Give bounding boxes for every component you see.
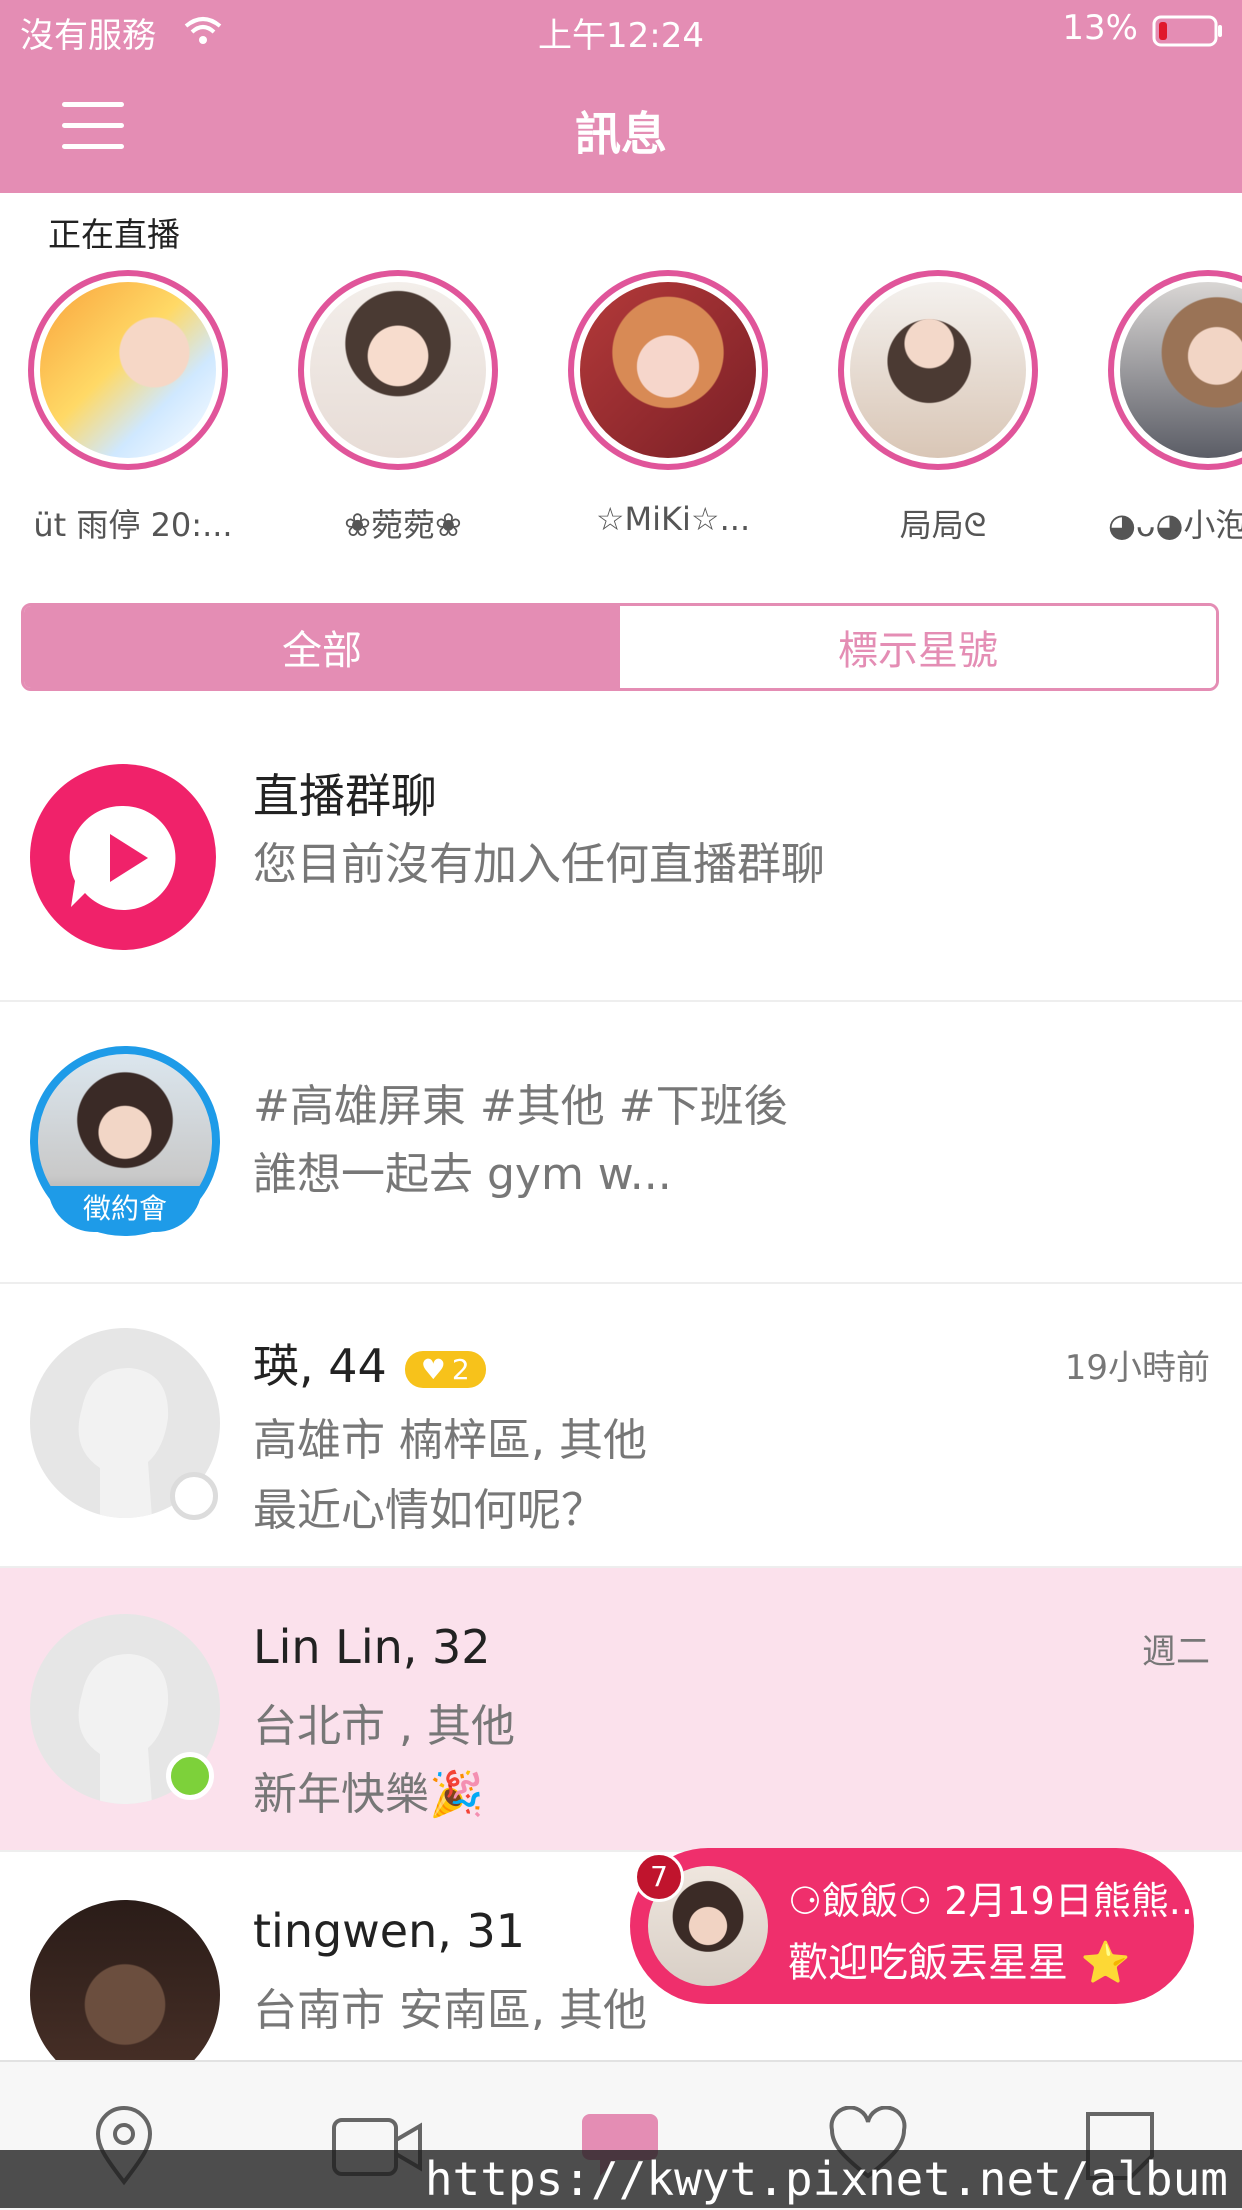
live-group-title: 直播群聊 [253, 769, 437, 823]
live-stream-name: ❀菀菀❀ [344, 506, 462, 544]
contact-location: 高雄市 楠梓區, 其他 [253, 1415, 647, 1466]
watermark-text: https://kwyt.pixnet.net/album [424, 2152, 1228, 2206]
contact-name: Lin Lin, 32 [253, 1620, 491, 1674]
message-preview: 新年快樂🎉 [253, 1769, 484, 1820]
online-status-dot [166, 1752, 214, 1800]
diamond-count: 2 [451, 1353, 470, 1386]
dating-preview: 誰想一起去 gym w... [253, 1149, 672, 1200]
tab-all[interactable]: 全部 [24, 606, 620, 688]
dating-tags: #高雄屏東 #其他 #下班後 [253, 1081, 788, 1132]
live-section-heading: 正在直播 [48, 215, 180, 254]
live-group-subtitle: 您目前沒有加入任何直播群聊 [253, 839, 825, 890]
diamond-icon: ♥ [420, 1353, 446, 1386]
message-filter-tabs: 全部 標示星號 [21, 603, 1219, 691]
toast-message: 歡迎吃飯丟星星 ⭐ [788, 1940, 1131, 1986]
diamond-badge: ♥ 2 [404, 1351, 486, 1388]
live-avatar-image [310, 282, 486, 458]
clock-label: 上午12:24 [538, 16, 704, 56]
status-bar: 沒有服務 上午12:24 13% [0, 0, 1242, 62]
toast-title: ⚆飯飯⚆ 2月19日熊熊... [788, 1879, 1205, 1923]
battery-icon [1152, 15, 1222, 47]
watermark-bar: https://kwyt.pixnet.net/album [0, 2150, 1242, 2208]
live-stream-item[interactable]: ☆MiKi☆... [568, 270, 778, 538]
contact-avatar [30, 1900, 220, 2060]
live-stream-item[interactable]: ◕ᴗ◕小泡 [1108, 270, 1242, 544]
live-notification-toast[interactable]: 7 ⚆飯飯⚆ 2月19日熊熊... 歡迎吃飯丟星星 ⭐ [630, 1848, 1205, 2004]
message-time: 週二 [1142, 1632, 1210, 1672]
live-stream-item[interactable]: ❀菀菀❀ [298, 270, 508, 544]
live-avatar-image [1120, 282, 1242, 458]
page-title: 訊息 [575, 107, 667, 161]
dating-badge: 徵約會 [48, 1186, 202, 1232]
contact-location: 台南市 安南區, 其他 [253, 1985, 647, 2036]
tab-starred[interactable]: 標示星號 [620, 606, 1216, 688]
battery-percent: 13% [1062, 8, 1138, 48]
live-stream-name: üt 雨停 20:... [33, 506, 233, 544]
message-time: 19小時前 [1064, 1348, 1210, 1388]
live-stream-item[interactable]: 局局ᘓ [838, 270, 1048, 544]
contact-name: 瑛, 44 [253, 1339, 387, 1393]
live-stream-name: 局局ᘓ [899, 506, 987, 544]
live-avatar-image [850, 282, 1026, 458]
message-row[interactable]: 瑛, 44 ♥ 2 19小時前 高雄市 楠梓區, 其他 最近心情如何呢？ [0, 1284, 1242, 1566]
contact-name: tingwen, 31 [253, 1904, 526, 1958]
contact-location: 台北市 , 其他 [253, 1701, 515, 1752]
contact-name-row: 瑛, 44 ♥ 2 [253, 1330, 486, 1396]
message-row[interactable]: Lin Lin, 32 週二 台北市 , 其他 新年快樂🎉 [0, 1568, 1242, 1850]
offline-status-dot [170, 1472, 218, 1520]
live-group-chat-row[interactable]: 直播群聊 您目前沒有加入任何直播群聊 [0, 720, 1242, 1000]
top-navigation-bar: 訊息 [0, 62, 1242, 193]
live-stream-name: ◕ᴗ◕小泡 [1108, 506, 1242, 544]
live-stream-item[interactable]: üt 雨停 20:... [28, 270, 238, 544]
message-preview: 最近心情如何呢？ [253, 1485, 605, 1536]
live-chat-play-icon [30, 764, 216, 950]
dating-post-row[interactable]: 徵約會 #高雄屏東 #其他 #下班後 誰想一起去 gym w... [0, 1002, 1242, 1282]
live-stream-name: ☆MiKi☆... [595, 500, 751, 538]
live-avatar-image [580, 282, 756, 458]
toast-unread-count: 7 [634, 1852, 684, 1902]
live-avatar-image [40, 282, 216, 458]
